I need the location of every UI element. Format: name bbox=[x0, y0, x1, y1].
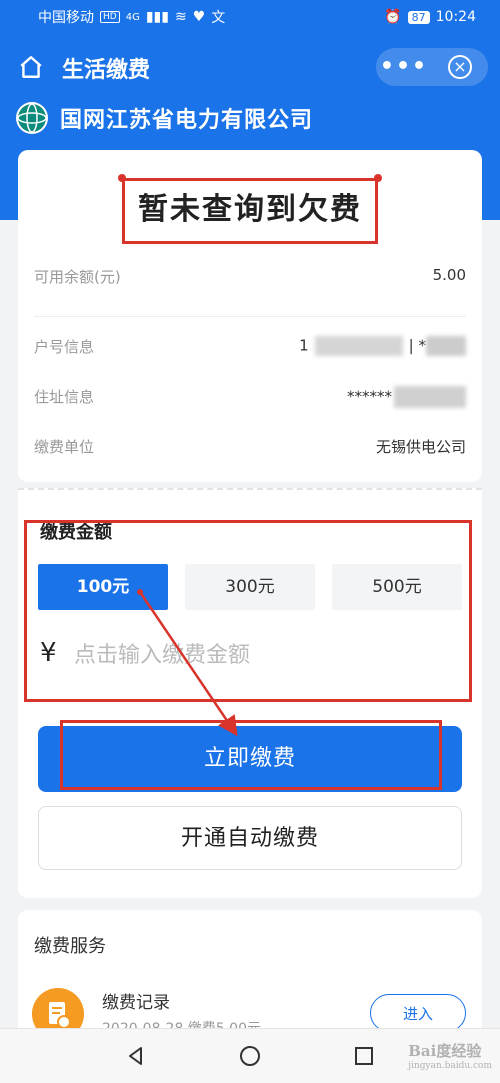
payment-card: 缴费金额 100元 300元 500元 ¥ 立即缴费 开通自动缴费 bbox=[18, 488, 482, 898]
account-value: 1 | * bbox=[299, 336, 466, 357]
annotation-box bbox=[60, 720, 442, 790]
annotation-dot bbox=[374, 174, 382, 182]
account-label: 户号信息 bbox=[34, 338, 95, 356]
state-grid-logo-icon bbox=[16, 102, 48, 134]
address-label: 住址信息 bbox=[34, 388, 95, 406]
page-title: 生活缴费 bbox=[62, 58, 151, 83]
unit-value: 无锡供电公司 bbox=[375, 438, 466, 456]
back-icon[interactable] bbox=[125, 1045, 147, 1067]
home-icon[interactable] bbox=[18, 54, 44, 80]
annotation-box bbox=[122, 178, 378, 244]
status-bar: 中国移动 HD 4G ▮▮▮ ≋ ♥ 文 ⏰ 87 10:24 bbox=[0, 0, 500, 34]
signal-bars-icon: ▮▮▮ bbox=[145, 9, 169, 25]
balance-row: 可用余额(元) 5.00 bbox=[34, 266, 466, 287]
annotation-box bbox=[24, 520, 472, 702]
signal-icon: 4G bbox=[125, 11, 140, 23]
unit-label: 缴费单位 bbox=[34, 438, 95, 456]
blurred-text bbox=[426, 336, 466, 356]
services-title: 缴费服务 bbox=[34, 936, 106, 957]
auto-pay-button[interactable]: 开通自动缴费 bbox=[38, 806, 462, 870]
battery-icon: 87 bbox=[407, 10, 430, 24]
translate-icon: 文 bbox=[211, 10, 226, 26]
record-title: 缴费记录 bbox=[102, 993, 170, 1013]
account-row: 户号信息 1 | * bbox=[34, 336, 466, 357]
blurred-text bbox=[314, 336, 403, 356]
heart-icon: ♥ bbox=[192, 9, 206, 25]
alarm-icon: ⏰ bbox=[384, 9, 402, 25]
close-icon: × bbox=[448, 55, 472, 79]
balance-label: 可用余额(元) bbox=[34, 268, 121, 286]
unit-row: 缴费单位 无锡供电公司 bbox=[34, 436, 466, 457]
hd-badge: HD bbox=[100, 11, 120, 23]
balance-value: 5.00 bbox=[432, 266, 466, 284]
home-nav-icon[interactable] bbox=[238, 1044, 262, 1068]
address-value: ****** bbox=[347, 386, 466, 408]
address-row: 住址信息 ****** bbox=[34, 386, 466, 408]
more-button[interactable]: ••• bbox=[376, 48, 432, 86]
annotation-dot bbox=[118, 174, 126, 182]
close-button[interactable]: × bbox=[432, 48, 488, 86]
watermark: Bai度经验 jingyan.baidu.com bbox=[408, 1042, 492, 1071]
company-name: 国网江苏省电力有限公司 bbox=[60, 108, 314, 133]
clock-time: 10:24 bbox=[435, 9, 476, 25]
blurred-text bbox=[394, 386, 466, 408]
carrier-name: 中国移动 bbox=[38, 10, 94, 26]
recents-icon[interactable] bbox=[353, 1045, 375, 1067]
enter-button[interactable]: 进入 bbox=[370, 994, 466, 1032]
account-card: 暂未查询到欠费 可用余额(元) 5.00 户号信息 1 | * 住址信息 ****… bbox=[18, 150, 482, 482]
mini-program-capsule: ••• × bbox=[376, 48, 488, 86]
wifi-icon: ≋ bbox=[174, 9, 187, 25]
divider bbox=[34, 316, 466, 317]
